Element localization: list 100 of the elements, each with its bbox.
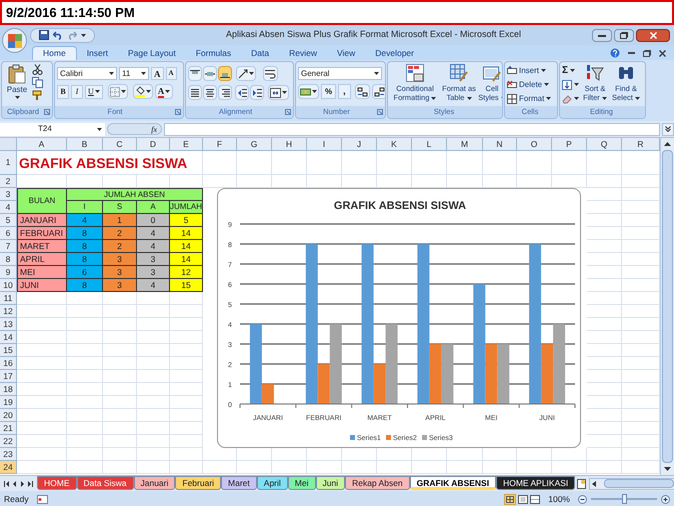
worksheet-cell[interactable]: [17, 331, 67, 344]
worksheet-cell[interactable]: [17, 422, 67, 435]
first-sheet-button[interactable]: [4, 480, 9, 486]
worksheet-cell[interactable]: [587, 396, 622, 409]
prev-sheet-button[interactable]: [12, 480, 17, 486]
comma-button[interactable]: ,: [338, 84, 351, 99]
worksheet-cell[interactable]: [170, 305, 203, 318]
sheet-tab[interactable]: HOME APLIKASI: [496, 476, 576, 490]
row-header[interactable]: 8: [0, 253, 17, 266]
worksheet-cell[interactable]: [170, 409, 203, 422]
column-header[interactable]: K: [377, 138, 412, 151]
ribbon-tab[interactable]: Home: [32, 46, 77, 60]
dialog-launcher-button[interactable]: [377, 109, 383, 115]
paste-button[interactable]: Paste: [4, 64, 30, 104]
vertical-scrollbar[interactable]: [660, 138, 674, 475]
worksheet-cell[interactable]: [17, 435, 67, 448]
worksheet-cell[interactable]: [67, 383, 103, 396]
column-header[interactable]: I: [307, 138, 342, 151]
worksheet-cell[interactable]: [377, 151, 412, 175]
row-header[interactable]: 2: [0, 175, 17, 188]
worksheet-cell[interactable]: [587, 151, 622, 175]
worksheet-cell[interactable]: [17, 370, 67, 383]
worksheet-cell[interactable]: [103, 422, 137, 435]
worksheet-cell[interactable]: [307, 151, 342, 175]
worksheet-cell[interactable]: [587, 461, 622, 474]
worksheet-cell[interactable]: [137, 448, 170, 461]
bold-button[interactable]: B: [57, 84, 69, 98]
worksheet-cell[interactable]: [342, 151, 377, 175]
fill-button[interactable]: [562, 78, 579, 91]
row-header[interactable]: 4: [0, 201, 17, 214]
italic-button[interactable]: I: [71, 84, 83, 98]
row-header[interactable]: 3: [0, 188, 17, 201]
column-header[interactable]: G: [237, 138, 272, 151]
column-header[interactable]: R: [622, 138, 660, 151]
worksheet-cell[interactable]: [137, 461, 170, 474]
sheet-tab[interactable]: Rekap Absen: [345, 476, 410, 490]
worksheet-cell[interactable]: [587, 279, 622, 292]
worksheet-cell[interactable]: [587, 253, 622, 266]
copy-button[interactable]: [32, 77, 43, 88]
decrease-decimal-button[interactable]: [372, 84, 385, 99]
underline-button[interactable]: U: [85, 84, 103, 98]
page-layout-view-button[interactable]: [518, 494, 528, 504]
worksheet-cell[interactable]: [67, 344, 103, 357]
close-button[interactable]: [636, 28, 670, 42]
row-header[interactable]: 13: [0, 318, 17, 331]
worksheet-cell[interactable]: [67, 318, 103, 331]
worksheet-cell[interactable]: [103, 331, 137, 344]
font-color-button[interactable]: A: [154, 84, 174, 99]
worksheet-cell[interactable]: [103, 448, 137, 461]
autosum-button[interactable]: Σ: [562, 64, 579, 77]
dialog-launcher-button[interactable]: [44, 109, 50, 115]
worksheet-cell[interactable]: [447, 461, 483, 474]
page-break-view-button[interactable]: [530, 494, 540, 504]
worksheet-cell[interactable]: [17, 344, 67, 357]
worksheet-cell[interactable]: [170, 357, 203, 370]
worksheet-cell[interactable]: [137, 318, 170, 331]
ribbon-tab[interactable]: Insert: [76, 46, 118, 60]
insert-cells-button[interactable]: Insert: [507, 64, 552, 77]
sheet-tab[interactable]: Mei: [288, 476, 316, 490]
sheet-tab[interactable]: Januari: [134, 476, 176, 490]
worksheet-cell[interactable]: [17, 318, 67, 331]
worksheet-cell[interactable]: [103, 396, 137, 409]
worksheet-cell[interactable]: [67, 331, 103, 344]
column-header[interactable]: O: [517, 138, 552, 151]
minimize-workbook-button[interactable]: [628, 52, 635, 54]
worksheet-cell[interactable]: [587, 292, 622, 305]
decrease-indent-button[interactable]: [235, 85, 249, 100]
worksheet-cell[interactable]: [517, 151, 552, 175]
orientation-button[interactable]: [236, 66, 256, 81]
sheet-tab[interactable]: Data Siswa: [76, 476, 134, 490]
column-header[interactable]: J: [342, 138, 377, 151]
worksheet-cell[interactable]: [17, 383, 67, 396]
column-header[interactable]: B: [67, 138, 103, 151]
row-header[interactable]: 10: [0, 279, 17, 292]
worksheet-cell[interactable]: [103, 318, 137, 331]
worksheet-cell[interactable]: [170, 383, 203, 396]
row-header[interactable]: 11: [0, 292, 17, 305]
worksheet-cell[interactable]: [67, 396, 103, 409]
dialog-launcher-button[interactable]: [175, 109, 181, 115]
row-header[interactable]: 5: [0, 214, 17, 227]
row-header[interactable]: 24: [0, 461, 17, 474]
worksheet-cell[interactable]: [307, 461, 342, 474]
minimize-button[interactable]: [592, 28, 612, 42]
worksheet-cell[interactable]: [17, 357, 67, 370]
worksheet-cell[interactable]: [137, 396, 170, 409]
worksheet-cell[interactable]: [103, 461, 137, 474]
maximize-button[interactable]: [614, 28, 634, 42]
worksheet-cell[interactable]: [587, 422, 622, 435]
worksheet-cell[interactable]: [342, 461, 377, 474]
worksheet-cell[interactable]: [587, 357, 622, 370]
increase-decimal-button[interactable]: [354, 84, 370, 99]
worksheet-cell[interactable]: [483, 461, 517, 474]
worksheet-cell[interactable]: [103, 357, 137, 370]
worksheet-cell[interactable]: [587, 409, 622, 422]
formula-input[interactable]: [164, 122, 660, 136]
worksheet-cell[interactable]: [237, 461, 272, 474]
worksheet-cell[interactable]: [447, 151, 483, 175]
worksheet-cell[interactable]: [587, 305, 622, 318]
row-header[interactable]: 16: [0, 357, 17, 370]
worksheet-cell[interactable]: [17, 396, 67, 409]
